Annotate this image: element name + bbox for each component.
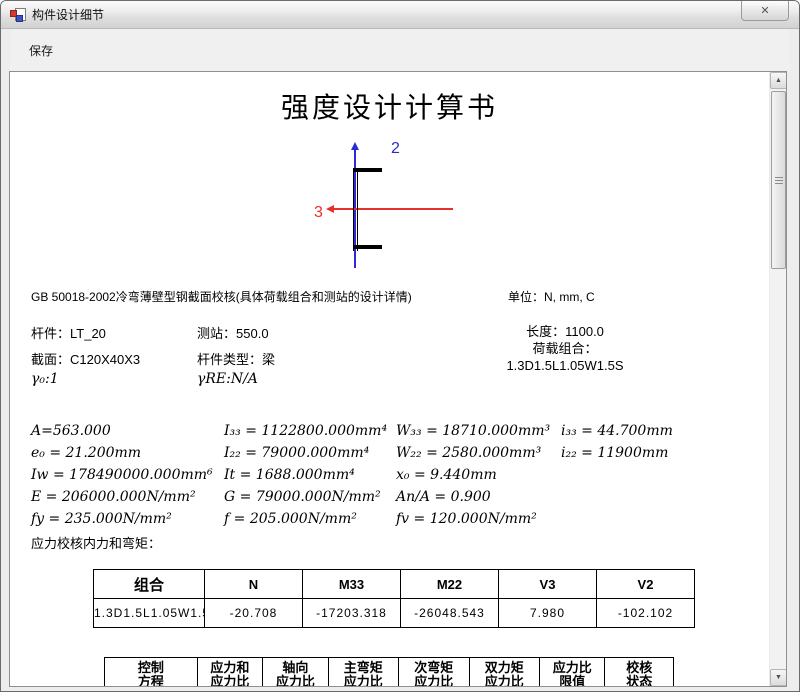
- axis-2-arrow-icon: [351, 142, 359, 150]
- scroll-down-button[interactable]: ▼: [770, 669, 787, 686]
- cell-M33: -17203.318: [303, 599, 401, 628]
- axis-2-label: 2: [391, 140, 400, 158]
- menu-item-save[interactable]: 保存: [21, 38, 61, 63]
- col-header-check-status: 校核 状态: [605, 658, 674, 688]
- document: 强度设计计算书 2 3 GB 50018-2002冷弯薄壁型钢截面校核(具体荷载…: [10, 72, 769, 686]
- prop-line: e₀ = 21.200mm: [31, 442, 213, 464]
- app-icon: [10, 7, 26, 23]
- length-value: 1100.0: [565, 324, 604, 339]
- col-header-minor-moment-ratio: 次弯矩 应力比: [399, 658, 469, 688]
- col-header-combo: 组合: [94, 570, 205, 599]
- station-value: 550.0: [236, 326, 269, 341]
- col-header-M33: M33: [303, 570, 401, 599]
- prop-line: I₂₂ = 79000.000mm⁴: [224, 442, 387, 464]
- gammaRE-line: γRE:N/A: [197, 371, 258, 387]
- col-header-control-eq: 控制 方程: [105, 658, 198, 688]
- section-value: C120X40X3: [70, 352, 140, 367]
- scroll-up-icon: ▲: [775, 77, 782, 84]
- axis-3-arrow-icon: [326, 205, 334, 213]
- close-icon: ✕: [760, 4, 769, 17]
- section-bottom-flange: [353, 245, 382, 249]
- col-header-stress-ratio: 应力和 应力比: [197, 658, 262, 688]
- col-header-ratio-limit: 应力比 限值: [540, 658, 605, 688]
- member-value: LT_20: [70, 326, 106, 341]
- col-header-V3: V3: [499, 570, 597, 599]
- param-station: 测站：550.0: [197, 323, 269, 342]
- window-title: 构件设计细节: [32, 6, 104, 23]
- col-header-M22: M22: [401, 570, 499, 599]
- axis-3-label: 3: [314, 204, 323, 222]
- cell-V3: 7.980: [499, 599, 597, 628]
- load-combo-value: 1.3D1.5L1.05W1.5S: [465, 357, 665, 374]
- scroll-up-button[interactable]: ▲: [770, 72, 787, 89]
- scrollbar-grip-icon: [775, 177, 783, 185]
- forces-heading: 应力校核内力和弯矩：: [31, 533, 161, 552]
- check-header-row: 控制 方程 应力和 应力比 轴向 应力比 主弯矩 应力比: [105, 658, 674, 688]
- scroll-down-icon: ▼: [775, 674, 782, 681]
- prop-line: f = 205.000N/mm²: [224, 508, 387, 530]
- forces-header-row: 组合 N M33 M22 V3 V2: [94, 570, 695, 599]
- prop-line: i₂₂ = 11900mm: [561, 442, 673, 464]
- cell-combo: 1.3D1.5L1.05W1.5S: [94, 599, 205, 628]
- gamma0-line: γ₀:1: [31, 371, 59, 387]
- forces-data-row: 1.3D1.5L1.05W1.5S -20.708 -17203.318 -26…: [94, 599, 695, 628]
- col-header-V2: V2: [597, 570, 695, 599]
- properties-col1: A=563.000 e₀ = 21.200mm Iw = 178490000.0…: [31, 420, 213, 530]
- col-header-major-moment-ratio: 主弯矩 应力比: [328, 658, 398, 688]
- prop-line: An/A = 0.900: [396, 486, 550, 508]
- check-table: 控制 方程 应力和 应力比 轴向 应力比 主弯矩 应力比: [104, 657, 674, 687]
- prop-line: i₃₃ = 44.700mm: [561, 420, 673, 442]
- prop-line: A=563.000: [31, 420, 213, 442]
- document-panel: 强度设计计算书 2 3 GB 50018-2002冷弯薄壁型钢截面校核(具体荷载…: [9, 71, 787, 687]
- prop-line: x₀ = 9.440mm: [396, 464, 550, 486]
- prop-line: W₃₃ = 18710.000mm³: [396, 420, 550, 442]
- prop-line: I₃₃ = 1122800.000mm⁴: [224, 420, 387, 442]
- param-member-type: 杆件类型：梁: [197, 349, 275, 368]
- prop-line: fv = 120.000N/mm²: [396, 508, 550, 530]
- prop-line: fy = 235.000N/mm²: [31, 508, 213, 530]
- section-web: [353, 169, 358, 251]
- param-length-load: 长度：1100.0 荷载组合： 1.3D1.5L1.05W1.5S: [465, 323, 665, 374]
- load-combo-label: 荷载组合：: [465, 340, 665, 357]
- col-header-bimoment-ratio: 双力矩 应力比: [469, 658, 539, 688]
- col-header-axial-ratio: 轴向 应力比: [263, 658, 328, 688]
- axis-3-line: [333, 208, 453, 210]
- design-code-line: GB 50018-2002冷弯薄壁型钢截面校核(具体荷载组合和测站的设计详情): [31, 288, 412, 305]
- cell-M22: -26048.543: [401, 599, 499, 628]
- prop-line: It = 1688.000mm⁴: [224, 464, 387, 486]
- close-button[interactable]: ✕: [741, 1, 789, 21]
- prop-line: E = 206000.000N/mm²: [31, 486, 213, 508]
- param-member: 杆件：LT_20: [31, 323, 106, 342]
- param-section: 截面：C120X40X3: [31, 349, 140, 368]
- properties-col2: I₃₃ = 1122800.000mm⁴ I₂₂ = 79000.000mm⁴ …: [224, 420, 387, 530]
- report-title: 强度设计计算书: [10, 86, 769, 126]
- section-top-flange: [353, 168, 382, 172]
- member-type-value: 梁: [262, 352, 275, 367]
- prop-line: W₂₂ = 2580.000mm³: [396, 442, 550, 464]
- cell-V2: -102.102: [597, 599, 695, 628]
- dialog-window: 构件设计细节 ✕ 保存 强度设计计算书 2 3 GB 50018-2002冷弯薄…: [0, 0, 800, 692]
- length-line: 长度：1100.0: [465, 323, 665, 340]
- col-header-N: N: [205, 570, 303, 599]
- scrollbar-thumb[interactable]: [771, 91, 786, 269]
- properties-col3: W₃₃ = 18710.000mm³ W₂₂ = 2580.000mm³ x₀ …: [396, 420, 550, 530]
- properties-col4: i₃₃ = 44.700mm i₂₂ = 11900mm: [561, 420, 673, 464]
- cell-N: -20.708: [205, 599, 303, 628]
- vertical-scrollbar[interactable]: ▲ ▼: [769, 72, 786, 686]
- units-line: 单位：N, mm, C: [508, 288, 595, 305]
- forces-table: 组合 N M33 M22 V3 V2 1.3D1.5L1.05W1.5S -20…: [93, 569, 695, 628]
- menu-bar: 保存: [10, 29, 790, 71]
- prop-line: Iw = 178490000.000mm⁶: [31, 464, 213, 486]
- title-bar[interactable]: 构件设计细节: [1, 1, 799, 29]
- prop-line: G = 79000.000N/mm²: [224, 486, 387, 508]
